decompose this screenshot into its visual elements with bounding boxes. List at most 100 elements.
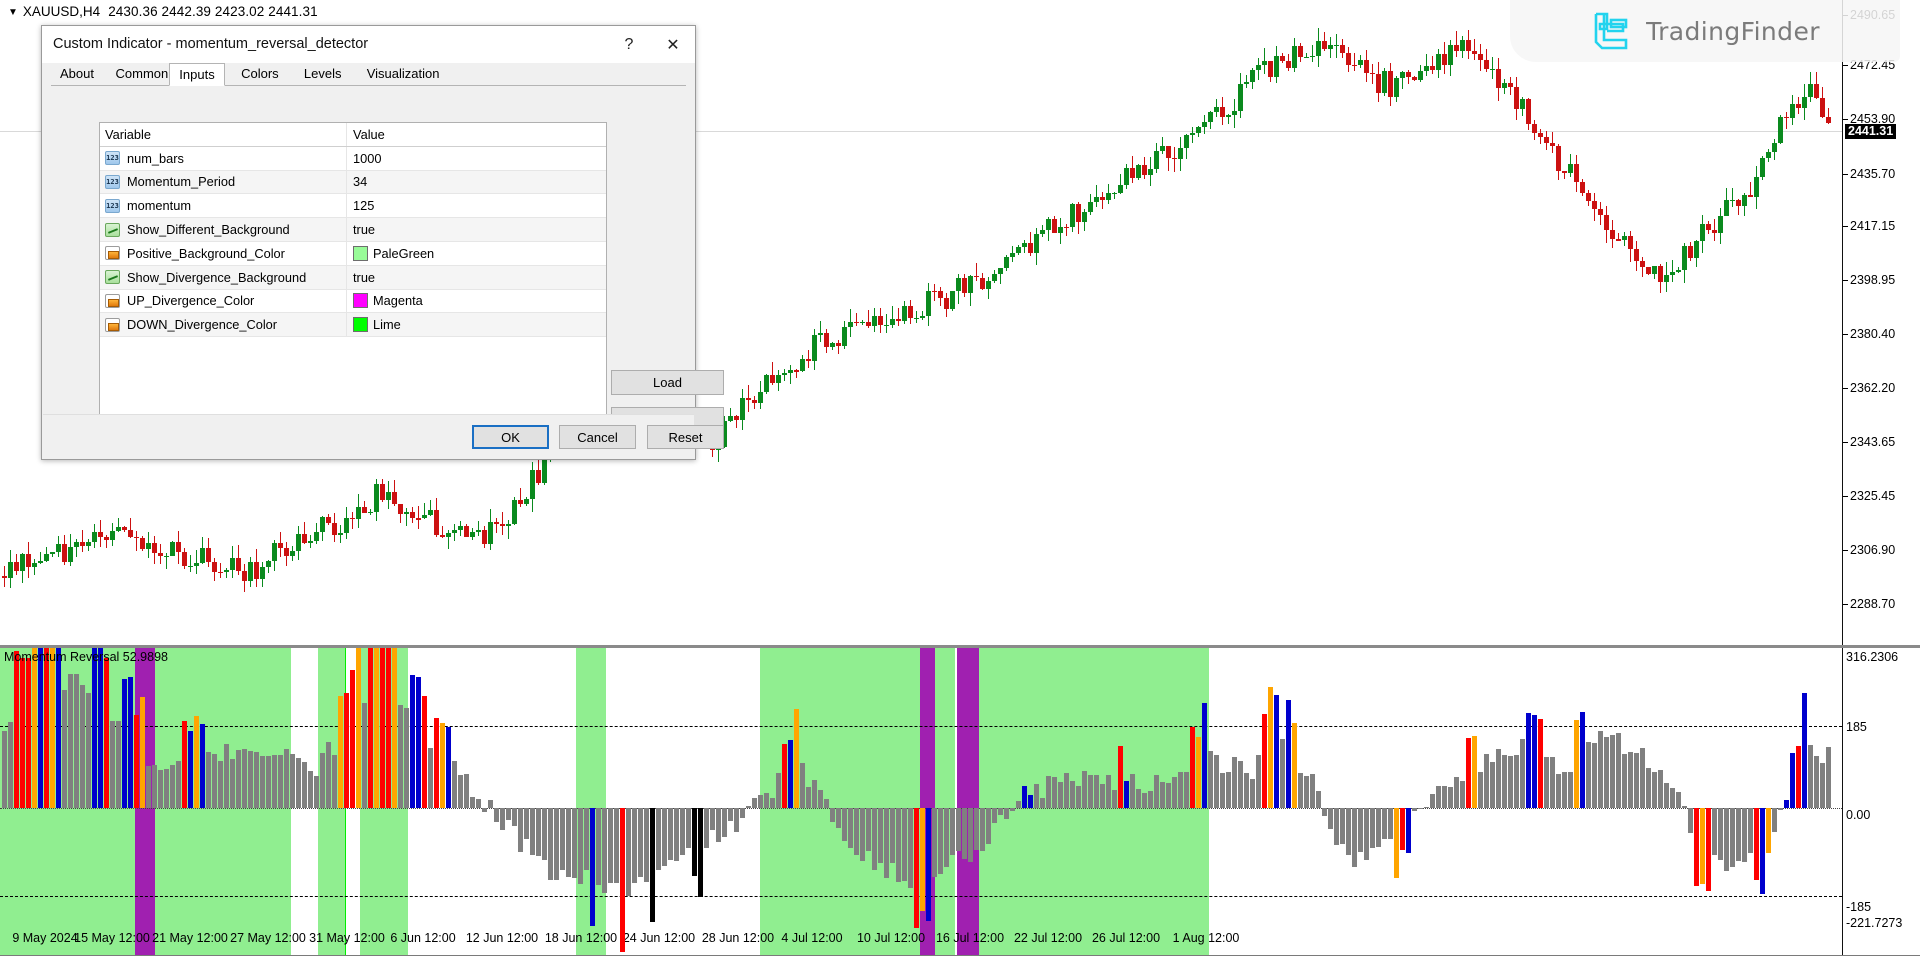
indicator-bar [506,808,511,821]
indicator-bar [1316,791,1321,808]
indicator-bar [1364,808,1369,861]
indicator-bar [1502,755,1507,808]
custom-indicator-dialog[interactable]: Custom Indicator - momentum_reversal_det… [41,25,724,460]
indicator-bar [584,808,589,871]
indicator-bar [782,744,787,808]
tab-common[interactable]: Common [106,63,178,85]
indicator-bar [1400,808,1405,850]
indicator-bar [218,761,223,808]
indicator-bar [1196,737,1201,808]
indicator-bar [866,808,871,851]
variable-value[interactable]: true [353,270,375,285]
time-axis-label: 18 Jun 12:00 [544,931,618,945]
indicator-bar [1802,692,1807,808]
indicator-bar [296,758,301,808]
indicator-bar [1166,783,1171,808]
grid-row[interactable]: Show_Different_Background true [100,218,606,242]
indicator-bar [1106,774,1111,808]
help-button[interactable]: ? [607,26,651,63]
indicator-bar [1172,776,1177,808]
tab-inputs[interactable]: Inputs [169,63,225,86]
indicator-bar [1742,808,1747,862]
time-axis[interactable] [0,955,1920,961]
indicator-bar [266,756,271,808]
indicator-pane[interactable]: Momentum Reversal 52.9898 [0,648,1842,955]
indicator-bar [578,808,583,884]
tab-levels[interactable]: Levels [294,63,351,85]
indicator-bar [1520,739,1525,808]
tab-about[interactable]: About [51,63,103,85]
tab-colors[interactable]: Colors [232,63,288,85]
indicator-bar [896,808,901,882]
indicator-bar [668,808,673,861]
indicator-bar [1202,702,1207,808]
indicator-bar [656,808,661,870]
indicator-bar [452,760,457,808]
indicator-bar [272,755,277,808]
indicator-bar [980,808,985,851]
indicator-bar [860,808,865,862]
load-button[interactable]: Load [611,370,724,395]
indicator-bar [284,748,289,808]
indicator-bar [308,770,313,808]
dialog-tabs[interactable]: About Common Inputs Colors Levels Visualizati… [51,63,686,86]
indicator-bar [1664,783,1669,808]
indicator-bar [1214,754,1219,808]
ok-button[interactable]: OK [472,425,549,449]
indicator-bar [518,808,523,852]
indicator-bar [1658,769,1663,808]
grid-header-row: Variable Value [100,123,606,147]
indicator-bar [1328,808,1333,829]
grid-row[interactable]: 123 Momentum_Period 34 [100,170,606,195]
grid-row[interactable]: 123 momentum 125 [100,194,606,219]
indicator-bar [86,692,91,808]
indicator-bar [1718,808,1723,861]
close-button[interactable]: ✕ [651,26,695,63]
grid-row[interactable]: Show_Divergence_Background true [100,265,606,290]
indicator-bar [482,808,487,812]
cancel-button[interactable]: Cancel [559,425,636,449]
tab-visualization[interactable]: Visualization [357,63,449,85]
indicator-bar [1334,808,1339,845]
metatrader-chart-window: ▼ XAUUSD,H4 2430.36 2442.39 2423.02 2441.3… [0,0,1920,961]
indicator-bar [1268,687,1273,808]
indicator-bar [1154,775,1159,808]
indicator-bar [1820,762,1825,808]
indicator-bar [1442,786,1447,808]
grid-row[interactable]: DOWN_Divergence_Color Lime [100,313,606,338]
indicator-bar [302,761,307,808]
reset-button[interactable]: Reset [647,425,724,449]
indicator-bar [626,808,631,897]
variable-value[interactable]: 125 [353,198,374,213]
indicator-bar [1094,774,1099,808]
indicator-bar [32,648,37,808]
indicator-bar [812,779,817,808]
indicator-bar [152,765,157,808]
indicator-bar [74,673,79,808]
variable-value[interactable]: Lime [373,317,401,332]
variable-value[interactable]: Magenta [373,293,423,308]
indicator-bar [62,689,67,808]
indicator-scale-axis[interactable]: 316.2306 185 0.00 -185 -221.7273 [1842,648,1920,955]
grid-row[interactable]: 123 num_bars 1000 [100,146,606,171]
grid-row[interactable]: Positive_Background_Color PaleGreen [100,241,606,266]
indicator-bar [368,648,373,808]
variable-value[interactable]: 1000 [353,151,381,166]
inputs-grid[interactable]: Variable Value 123 num_bars 1000 123 Momentum_… [99,122,607,435]
variable-name: momentum [127,198,192,214]
price-scale-axis[interactable]: 2490.652472.452453.902435.702417.152398.… [1842,0,1920,645]
indicator-bar [314,775,319,808]
color-icon [105,246,120,261]
grid-row[interactable]: UP_Divergence_Color Magenta [100,289,606,314]
indicator-bar [716,808,721,843]
indicator-bar [260,756,265,808]
variable-value[interactable]: 34 [353,174,367,189]
indicator-bar [1424,806,1429,808]
indicator-bar [1430,794,1435,808]
variable-value[interactable]: true [353,222,375,237]
indicator-bar [464,774,469,808]
price-tick-label: 2288.70 [1843,597,1895,611]
indicator-bar [1010,808,1015,811]
variable-value[interactable]: PaleGreen [373,246,434,261]
dialog-title-bar[interactable]: Custom Indicator - momentum_reversal_det… [42,26,695,63]
